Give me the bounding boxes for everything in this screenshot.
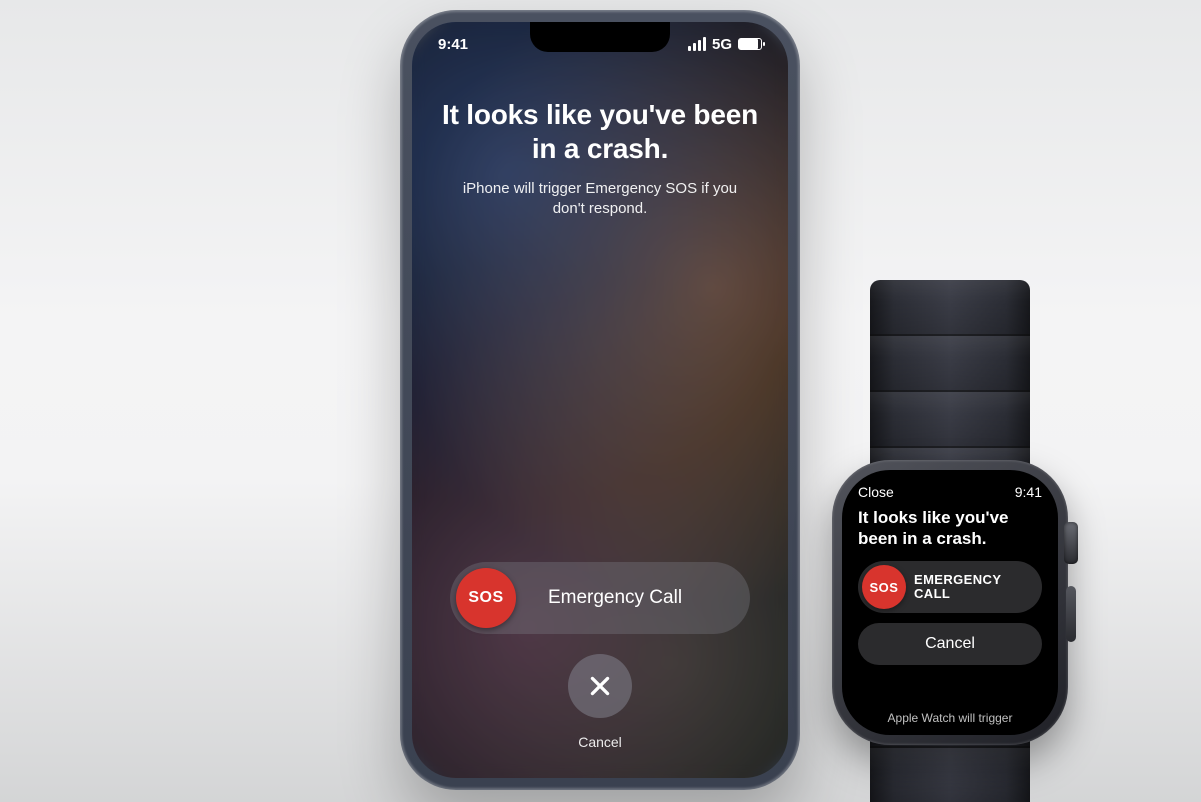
sos-icon[interactable]: SOS	[456, 568, 516, 628]
close-icon	[587, 673, 613, 699]
watch-footer-text: Apple Watch will trigger	[858, 711, 1042, 725]
sos-knob-label: SOS	[468, 589, 503, 607]
crash-subline: iPhone will trigger Emergency SOS if you…	[412, 179, 788, 220]
watch-body: Close 9:41 It looks like you've been in …	[832, 460, 1068, 745]
iphone-screen: 9:41 5G It looks like you've been in a c…	[412, 22, 788, 778]
watch-side-button[interactable]	[1066, 586, 1076, 642]
watch-screen: Close 9:41 It looks like you've been in …	[842, 470, 1058, 735]
watch-time: 9:41	[1015, 484, 1042, 500]
cancel-label: Cancel	[578, 734, 622, 750]
battery-icon	[738, 38, 762, 50]
watch-cancel-label: Cancel	[925, 635, 975, 653]
status-bar: 9:41 5G	[412, 22, 788, 66]
emergency-call-slider[interactable]: SOS Emergency Call	[450, 562, 750, 634]
iphone-device: 9:41 5G It looks like you've been in a c…	[400, 10, 800, 790]
digital-crown[interactable]	[1064, 522, 1078, 564]
watch-crash-headline: It looks like you've been in a crash.	[858, 508, 1042, 549]
watch-status-bar: Close 9:41	[858, 484, 1042, 500]
watch-sos-icon[interactable]: SOS	[862, 565, 906, 609]
apple-watch-device: Close 9:41 It looks like you've been in …	[815, 390, 1085, 802]
watch-emergency-call-slider[interactable]: SOS EMERGENCY CALL	[858, 561, 1042, 613]
cellular-signal-icon	[688, 37, 706, 51]
watch-close-button[interactable]: Close	[858, 484, 894, 500]
status-time: 9:41	[438, 36, 468, 53]
crash-headline: It looks like you've been in a crash.	[412, 98, 788, 165]
dismiss-button[interactable]	[568, 654, 632, 718]
emergency-call-label: Emergency Call	[516, 587, 744, 609]
watch-cancel-button[interactable]: Cancel	[858, 623, 1042, 665]
watch-emergency-call-label: EMERGENCY CALL	[906, 573, 1038, 603]
network-label: 5G	[712, 36, 732, 53]
watch-sos-knob-label: SOS	[870, 580, 899, 595]
